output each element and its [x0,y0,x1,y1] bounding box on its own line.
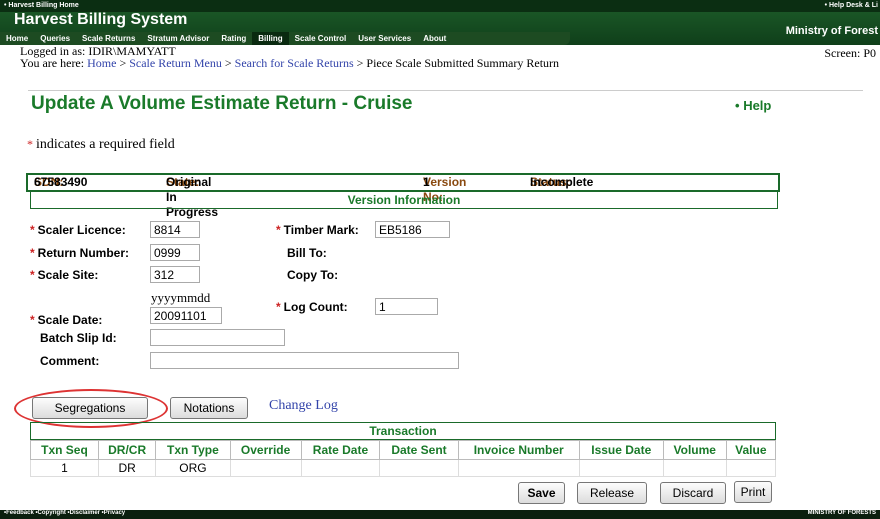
cell-txn-seq: 1 [30,459,99,477]
required-note: * indicates a required field [27,137,175,153]
col-txn-seq: Txn Seq [30,440,99,460]
nav-tab-user-services[interactable]: User Services [352,32,417,45]
scale-site-label-text: Scale Site: [37,268,99,282]
cell-issue-date [578,459,664,477]
breadcrumb-sep: > [119,56,127,70]
cell-date-sent [379,459,459,477]
cell-dr-cr: DR [97,459,157,477]
required-star-icon: * [276,223,281,237]
scaler-licence-label-text: Scaler Licence: [37,223,126,237]
version-information-header: Version Information [30,191,778,209]
bullet-icon: • [735,98,740,113]
version-value: 1 [423,175,430,189]
timber-mark-input[interactable]: EB5186 [375,221,450,238]
col-invoice-number: Invoice Number [457,440,580,460]
transaction-header-row: Txn Seq DR/CR Txn Type Override Rate Dat… [30,440,777,460]
discard-button[interactable]: Discard [660,482,726,504]
app-title: Harvest Billing System [14,11,188,28]
scale-date-label-text: Scale Date: [37,313,103,327]
ministry-label: Ministry of Forest [785,25,878,37]
page-title: Update A Volume Estimate Return - Cruise [31,93,413,114]
print-button[interactable]: Print [734,481,772,503]
scale-site-input[interactable]: 312 [150,266,200,283]
release-button[interactable]: Release [577,482,647,504]
return-number-input[interactable]: 0999 [150,244,200,261]
return-number-label: * Return Number: [30,246,129,260]
scale-date-label: * Scale Date: [30,313,102,327]
log-count-input[interactable]: 1 [375,298,438,315]
breadcrumb-home[interactable]: Home [87,56,116,70]
table-row: 1 DR ORG [30,459,777,477]
cell-value [725,459,777,477]
screen-id: Screen: P0 [824,46,876,60]
nav-tab-scale-control[interactable]: Scale Control [289,32,353,45]
col-override: Override [229,440,302,460]
summary-box: SDN: 67583490 State: Original In Progres… [26,173,780,219]
batch-slip-input[interactable] [150,329,285,346]
timber-mark-label: * Timber Mark: [276,223,359,237]
cell-rate-date [300,459,381,477]
col-txn-type: Txn Type [155,440,231,460]
breadcrumb-search-scale-returns[interactable]: Search for Scale Returns [235,56,354,70]
timber-mark-label-text: Timber Mark: [283,223,359,237]
log-count-label: * Log Count: [276,300,348,314]
nav-tab-about[interactable]: About [417,32,452,45]
scaler-licence-label: * Scaler Licence: [30,223,126,237]
footer-bar: •Feedback •Copyright •Disclaimer •Privac… [0,510,880,519]
harvest-billing-home-link[interactable]: • Harvest Billing Home [4,2,79,9]
footer-links[interactable]: •Feedback •Copyright •Disclaimer •Privac… [4,510,125,516]
log-count-label-text: Log Count: [283,300,348,314]
footer-ministry: MINISTRY OF FORESTS [807,510,876,516]
divider [28,90,863,91]
cell-txn-type: ORG [155,459,231,477]
save-button[interactable]: Save [518,482,565,504]
cell-invoice-number [457,459,580,477]
transaction-table: Txn Seq DR/CR Txn Type Override Rate Dat… [30,440,777,477]
comment-input[interactable] [150,352,459,369]
nav-tab-rating[interactable]: Rating [215,32,252,45]
return-number-label-text: Return Number: [37,246,130,260]
copy-to-label: Copy To: [287,268,339,282]
required-star-icon: * [276,300,281,314]
transaction-header: Transaction [30,422,776,440]
breadcrumb-current: Piece Scale Submitted Summary Return [366,56,560,70]
help-label: Help [743,98,772,113]
cell-volume [662,459,727,477]
col-dr-cr: DR/CR [97,440,157,460]
sdn-value: 67583490 [34,175,88,189]
transaction-section: Transaction Txn Seq DR/CR Txn Type Overr… [30,422,777,477]
comment-label: Comment: [40,354,100,368]
required-star-icon: * [27,137,33,151]
bill-to-label: Bill To: [287,246,327,260]
notations-button[interactable]: Notations [170,397,248,419]
col-volume: Volume [662,440,727,460]
scale-date-input[interactable]: 20091101 [150,307,222,324]
required-star-icon: * [30,313,35,327]
col-value: Value [725,440,777,460]
col-rate-date: Rate Date [300,440,381,460]
breadcrumb-sep: > [224,56,232,70]
required-star-icon: * [30,223,35,237]
breadcrumb-scale-return-menu[interactable]: Scale Return Menu [129,56,222,70]
col-issue-date: Issue Date [578,440,664,460]
scaler-licence-input[interactable]: 8814 [150,221,200,238]
breadcrumb: You are here: Home > Scale Return Menu >… [20,56,559,71]
nav-tab-billing[interactable]: Billing [252,32,289,45]
cell-override [229,459,302,477]
required-star-icon: * [30,268,35,282]
date-format-hint: yyyymmdd [151,290,211,305]
col-date-sent: Date Sent [379,440,459,460]
segregations-button[interactable]: Segregations [32,397,148,419]
change-log-link[interactable]: Change Log [269,398,338,414]
batch-slip-label: Batch Slip Id: [40,331,117,345]
help-link[interactable]: • Help [735,98,771,113]
breadcrumb-prefix: You are here: [20,56,85,70]
help-desk-link[interactable]: • Help Desk & Li [825,2,878,9]
status-value: Incomplete [530,175,594,189]
scale-site-label: * Scale Site: [30,268,98,282]
required-note-text: indicates a required field [36,137,175,152]
required-star-icon: * [30,246,35,260]
breadcrumb-sep: > [356,56,364,70]
